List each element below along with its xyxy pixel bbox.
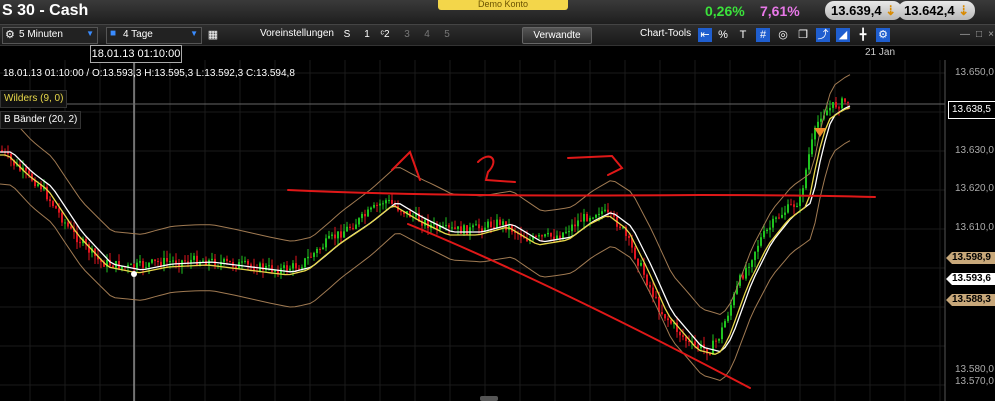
interval-dropdown[interactable]: ⚙ 5 Minuten ▼ (2, 27, 98, 44)
indicator-wilders[interactable]: Wilders (9, 0) (0, 90, 68, 108)
y-tick: 13.580,0 (955, 364, 994, 375)
y-tick: 13.630,0 (955, 145, 994, 156)
range-dropdown[interactable]: ■ 4 Tage ▼ (106, 27, 202, 44)
arrow-down-icon: ⇣ (885, 3, 897, 18)
draw-tool-icon[interactable]: ⤴ (816, 28, 830, 42)
minimize-icon[interactable]: — (958, 28, 972, 42)
crosshair-time-label: 18.01.13 01:10:00 (90, 45, 182, 63)
bollinger-upper-tag: 13.598,9 (946, 252, 995, 264)
hand-annotations (287, 150, 876, 389)
lock-icon: ■ (110, 28, 117, 39)
preset-s-button[interactable]: S (340, 27, 354, 42)
preset-2-label: 2 (383, 29, 390, 40)
interval-value: 5 Minuten (19, 29, 63, 40)
gear-icon: ⚙ (5, 29, 15, 41)
annotation-two (477, 155, 516, 183)
demo-account-badge: Demo Konto (438, 0, 568, 10)
ohlc-readout: 18.01.13 01:10:00 / O:13.593,3 H:13.595,… (3, 68, 295, 79)
y-tick: 13.570,0 (955, 376, 994, 387)
title-bar: S 30 - Cash Demo Konto 0,26% 7,61% 13.63… (0, 0, 995, 25)
current-price-box: 13.638,5 (948, 101, 995, 119)
chart-tools-label: Chart-Tools (640, 28, 692, 39)
arrow-down-icon: ⇣ (958, 3, 970, 18)
indicator-bollinger[interactable]: B Bänder (20, 2) (0, 111, 82, 129)
ma-price-tag: 13.593,6 (946, 273, 995, 285)
price-chart[interactable] (0, 46, 995, 401)
change-percent-secondary: 7,61% (760, 3, 800, 19)
annotation-three (567, 154, 624, 176)
bid-price: 13.639,4 (831, 3, 882, 18)
chevron-down-icon: ▼ (190, 29, 198, 38)
related-button[interactable]: Verwandte (522, 27, 592, 44)
bollinger-lower-tag: 13.588,3 (946, 294, 995, 306)
presets-label: Voreinstellungen (260, 28, 334, 39)
y-tick: 13.620,0 (955, 183, 994, 194)
resistance-line (287, 189, 876, 198)
preset-4-button[interactable]: 4 (420, 27, 434, 42)
grid-icon[interactable]: # (756, 28, 770, 42)
chart-toolbar: ⚙ 5 Minuten ▼ ■ 4 Tage ▼ ▦ Voreinstellun… (0, 25, 995, 46)
candles (1, 96, 849, 361)
bid-price-button[interactable]: 13.639,4 ⇣ (825, 1, 903, 20)
ask-price: 13.642,4 (904, 3, 955, 18)
window-icon[interactable]: ❐ (796, 28, 810, 42)
instrument-title: S 30 - Cash (2, 2, 89, 19)
preset-5-button[interactable]: 5 (440, 27, 454, 42)
range-value: 4 Tage (123, 29, 153, 40)
y-tick: 13.650,0 (955, 67, 994, 78)
text-icon[interactable]: T (736, 28, 750, 42)
scroll-handle[interactable] (480, 396, 498, 401)
change-percent: 0,26% (705, 3, 745, 19)
calendar-icon[interactable]: ▦ (206, 28, 220, 42)
close-icon[interactable]: × (984, 28, 995, 42)
ask-price-button[interactable]: 13.642,4 ⇣ (898, 1, 976, 20)
settings-tool-icon[interactable]: ⚙ (876, 28, 890, 42)
pin-icon[interactable]: ◎ (776, 28, 790, 42)
date-axis-label: 21 Jan (865, 47, 896, 58)
percent-icon[interactable]: % (716, 28, 730, 42)
y-tick: 13.610,0 (955, 222, 994, 233)
crosshair-icon[interactable]: ╋ (856, 28, 870, 42)
fill-tool-icon[interactable]: ◢ (836, 28, 850, 42)
bollinger-lower (0, 140, 851, 382)
back-arrow-icon[interactable]: ⇤ (698, 28, 712, 42)
crosshair-marker (131, 271, 137, 277)
preset-3-button[interactable]: 3 (400, 27, 414, 42)
chevron-down-icon: ▼ (86, 29, 94, 38)
preset-1-button[interactable]: 1 (360, 27, 374, 42)
preset-2-button[interactable]: ᶜ2 (378, 27, 392, 42)
